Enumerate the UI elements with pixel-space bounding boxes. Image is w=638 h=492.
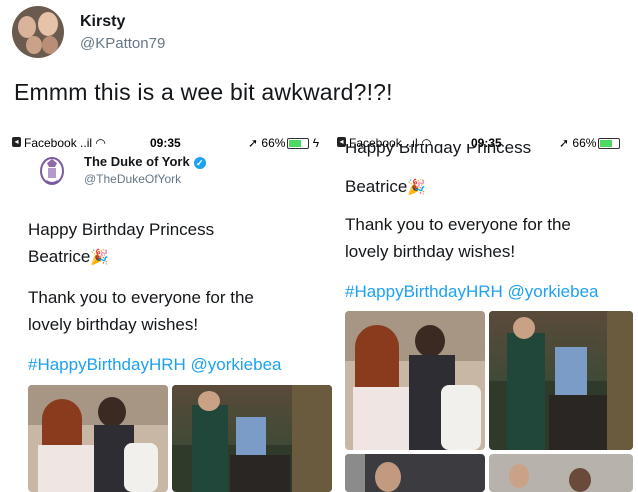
- left-screenshot: ◂ Facebook ..il ◠ 09:35 ➚ 66% ϟ The Duke…: [10, 133, 332, 492]
- post-hashtags[interactable]: #HappyBirthdayHRH @yorkiebea: [28, 355, 281, 375]
- photo-family-sofa[interactable]: [28, 385, 168, 492]
- status-battery: ➚ 66% ϟ: [248, 136, 320, 150]
- battery-icon: [287, 138, 310, 150]
- tweet-text: Emmm this is a wee bit awkward?!?!: [14, 79, 393, 105]
- post-line: Happy Birthday Princess: [28, 220, 215, 239]
- right-screenshot: ◂ Facebook ..ıl ◠ 09:35 ➚ 66% Happy Birt…: [335, 133, 633, 492]
- post-line: Thank you to everyone for the: [28, 288, 254, 307]
- photo-pony-outdoors[interactable]: [172, 385, 332, 492]
- cut-off-line: Happy Birthday Princess: [345, 144, 532, 157]
- post-body: Happy Birthday Princess Beatrice🎉: [28, 216, 214, 271]
- verified-badge-icon: ✓: [193, 156, 206, 169]
- post-line: Beatrice🎉: [28, 247, 110, 266]
- post-hashtags[interactable]: #HappyBirthdayHRH @yorkiebea: [345, 282, 598, 302]
- royal-seal-icon: [40, 157, 64, 185]
- post-line: lovely birthday wishes!: [345, 242, 516, 261]
- party-popper-icon: 🎉: [407, 179, 427, 196]
- photo-crowd[interactable]: [345, 454, 485, 492]
- status-bar: ◂ Facebook ..il ◠ 09:35 ➚ 66% ϟ: [10, 133, 332, 153]
- post-line: lovely birthday wishes!: [28, 315, 199, 334]
- party-popper-icon: 🎉: [90, 249, 110, 266]
- photo-pony-outdoors[interactable]: [489, 311, 633, 450]
- location-arrow-icon: ➚: [559, 136, 570, 150]
- post-line: Thank you to everyone for the: [345, 215, 571, 234]
- post-line: Beatrice🎉: [345, 177, 427, 196]
- post-body: Beatrice🎉: [345, 173, 426, 201]
- battery-icon: [598, 138, 621, 150]
- avatar[interactable]: [12, 6, 64, 58]
- post-body-thanks: Thank you to everyone for the lovely bir…: [28, 284, 254, 338]
- charging-icon: ϟ: [312, 136, 320, 150]
- account-name[interactable]: The Duke of York ✓: [84, 154, 206, 169]
- tweet-header: Kirsty @KPatton79: [8, 6, 628, 60]
- account-handle[interactable]: @TheDukeOfYork: [84, 172, 181, 186]
- status-time: 09:35: [150, 136, 181, 150]
- back-arrow-icon: ◂: [12, 137, 21, 147]
- status-battery: ➚ 66%: [559, 136, 621, 150]
- post-body-thanks: Thank you to everyone for the lovely bir…: [345, 211, 571, 265]
- photo-steps[interactable]: [489, 454, 633, 492]
- author-name[interactable]: Kirsty: [80, 13, 125, 31]
- author-handle[interactable]: @KPatton79: [80, 35, 165, 52]
- status-carrier: Facebook ..il ◠: [24, 136, 106, 150]
- location-arrow-icon: ➚: [248, 136, 259, 150]
- wifi-icon: ◠: [95, 136, 106, 150]
- photo-family-sofa[interactable]: [345, 311, 485, 450]
